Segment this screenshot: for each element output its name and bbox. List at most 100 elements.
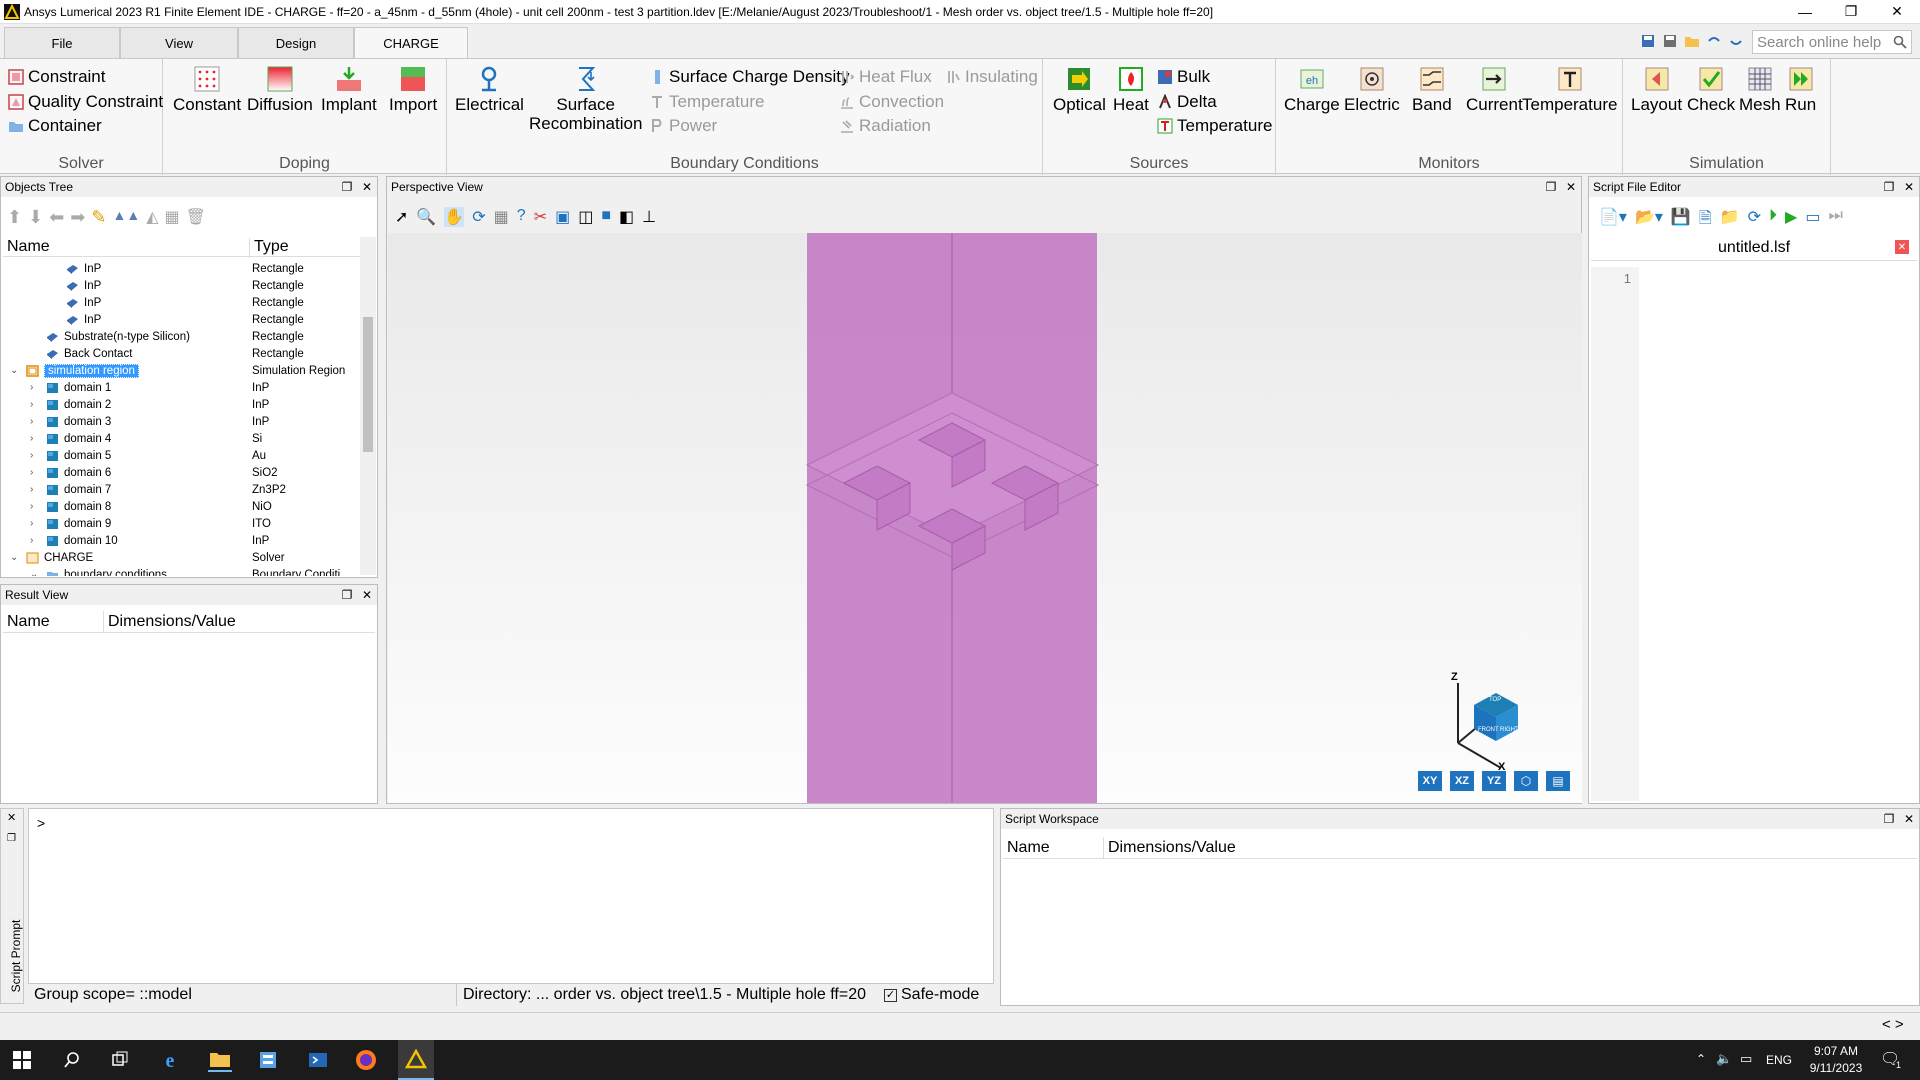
objects-tree-scrollbar[interactable] bbox=[360, 237, 376, 575]
view-xz-button[interactable]: XZ bbox=[1450, 771, 1474, 791]
tree-item-name[interactable]: domain 9 bbox=[46, 518, 111, 530]
tree-row[interactable]: InP Rectangle bbox=[2, 277, 358, 294]
electrical-bc-button[interactable]: Electrical bbox=[455, 65, 524, 114]
tree-row[interactable]: InP Rectangle bbox=[2, 260, 358, 277]
split-view-icon[interactable]: ▭ bbox=[1805, 207, 1820, 234]
tree-item-name[interactable]: InP bbox=[66, 314, 101, 326]
insulating-button[interactable]: Insulating bbox=[945, 67, 1038, 87]
tree-item-name[interactable]: domain 1 bbox=[46, 382, 111, 394]
band-monitor-button[interactable]: Band bbox=[1412, 65, 1452, 114]
surface-charge-density-button[interactable]: Surface Charge Density bbox=[649, 67, 849, 87]
server-manager-icon[interactable] bbox=[256, 1048, 280, 1072]
tree-row[interactable]: › domain 4 Si bbox=[2, 430, 358, 447]
container-button[interactable]: Container bbox=[8, 116, 102, 136]
tree-row[interactable]: › domain 5 Au bbox=[2, 447, 358, 464]
chevron-right-icon[interactable]: › bbox=[30, 501, 33, 512]
close-panel-icon[interactable]: ✕ bbox=[357, 588, 377, 602]
convection-button[interactable]: Convection bbox=[839, 92, 944, 112]
scrollbar-thumb[interactable] bbox=[363, 317, 373, 452]
bulk-source-button[interactable]: Bulk bbox=[1157, 67, 1210, 87]
3d-viewport[interactable]: Z X TOP FRONT RIGHT XY XZ YZ ⬡ ▤ bbox=[388, 233, 1582, 803]
open-script-icon[interactable]: 📂▾ bbox=[1635, 207, 1663, 234]
move-up-icon[interactable]: ⬆ bbox=[7, 207, 22, 228]
close-panel-icon[interactable]: ✕ bbox=[1899, 812, 1919, 826]
transparent-cube-icon[interactable]: ◧ bbox=[619, 207, 634, 227]
chevron-down-icon[interactable]: ⌄ bbox=[10, 552, 18, 563]
maximize-button[interactable]: ❐ bbox=[1828, 0, 1874, 24]
run-button[interactable]: Run bbox=[1785, 65, 1816, 114]
tree-item-name[interactable]: InP bbox=[66, 263, 101, 275]
float-panel-icon[interactable]: ❐ bbox=[1879, 180, 1899, 194]
chevron-right-icon[interactable]: › bbox=[30, 484, 33, 495]
task-view-icon[interactable] bbox=[108, 1048, 132, 1072]
heat-source-button[interactable]: Heat bbox=[1113, 65, 1149, 114]
radiation-button[interactable]: Radiation bbox=[839, 116, 931, 136]
constant-doping-button[interactable]: Constant bbox=[173, 65, 241, 114]
orientation-cube-icon[interactable] bbox=[1446, 673, 1546, 773]
show-hidden-icons-icon[interactable]: ⌃ bbox=[1696, 1052, 1706, 1066]
chevron-right-icon[interactable]: › bbox=[30, 518, 33, 529]
float-panel-icon[interactable]: ❐ bbox=[1541, 180, 1561, 194]
tab-view[interactable]: View bbox=[120, 27, 238, 58]
tree-item-name[interactable]: domain 10 bbox=[46, 535, 118, 547]
open-folder-icon[interactable]: 📁 bbox=[1720, 207, 1740, 234]
zoom-icon[interactable]: 🔍 bbox=[416, 207, 436, 227]
help-icon[interactable]: ? bbox=[517, 207, 526, 227]
checkbox-checked-icon[interactable]: ✓ bbox=[884, 988, 897, 1002]
col-value-header[interactable]: Dimensions/Value bbox=[1103, 837, 1236, 859]
close-panel-icon[interactable]: ✕ bbox=[1899, 180, 1919, 194]
safe-mode-checkbox[interactable]: ✓ Safe-mode bbox=[884, 986, 979, 1004]
chevron-down-icon[interactable]: ⌄ bbox=[30, 569, 38, 576]
refresh-icon[interactable]: ⟳ bbox=[1748, 207, 1761, 234]
delta-source-button[interactable]: Delta bbox=[1157, 92, 1217, 112]
float-panel-icon[interactable]: ❐ bbox=[1879, 812, 1899, 826]
close-panel-icon[interactable]: ✕ bbox=[1561, 180, 1581, 194]
tree-item-name[interactable]: InP bbox=[66, 280, 101, 292]
surface-recombination-button[interactable]: Surface Recombination bbox=[529, 65, 642, 133]
volume-icon[interactable]: 🔈 bbox=[1716, 1051, 1732, 1067]
firefox-icon[interactable] bbox=[354, 1048, 378, 1072]
quality-constraint-button[interactable]: Quality Constraint bbox=[8, 92, 163, 112]
tree-row[interactable]: › domain 1 InP bbox=[2, 379, 358, 396]
rotate-icon[interactable]: ⟳ bbox=[472, 207, 485, 227]
diffusion-doping-button[interactable]: Diffusion bbox=[247, 65, 313, 114]
search-icon[interactable] bbox=[1893, 35, 1907, 49]
move-down-icon[interactable]: ⬇ bbox=[28, 207, 43, 228]
run-selection-icon[interactable]: ⏵ bbox=[1769, 207, 1777, 234]
chevron-right-icon[interactable]: › bbox=[30, 399, 33, 410]
electric-monitor-button[interactable]: Electric bbox=[1344, 65, 1400, 114]
float-panel-icon[interactable]: ❐ bbox=[337, 588, 357, 602]
tree-item-name[interactable]: domain 7 bbox=[46, 484, 111, 496]
axes-icon[interactable]: ⊥ bbox=[642, 207, 656, 227]
tree-item-name[interactable]: domain 3 bbox=[46, 416, 111, 428]
chevron-right-icon[interactable]: › bbox=[30, 382, 33, 393]
tree-row[interactable]: › domain 6 SiO2 bbox=[2, 464, 358, 481]
grid-view-icon[interactable]: ▦ bbox=[494, 207, 509, 227]
tab-charge[interactable]: CHARGE bbox=[354, 27, 468, 59]
tree-row[interactable]: › domain 9 ITO bbox=[2, 515, 358, 532]
tree-row[interactable]: › domain 8 NiO bbox=[2, 498, 358, 515]
tree-row[interactable]: InP Rectangle bbox=[2, 311, 358, 328]
script-editor-textarea[interactable] bbox=[1641, 267, 1917, 801]
chevron-down-icon[interactable]: ⌄ bbox=[10, 365, 18, 376]
col-type-header[interactable]: Type bbox=[249, 238, 289, 258]
tree-item-name[interactable]: domain 2 bbox=[46, 399, 111, 411]
lumerical-taskbar-icon[interactable] bbox=[398, 1040, 434, 1080]
move-right-icon[interactable]: ➡ bbox=[70, 207, 85, 228]
tree-item-name[interactable]: domain 8 bbox=[46, 501, 111, 513]
tree-item-name[interactable]: CHARGE bbox=[26, 552, 93, 564]
clock-date[interactable]: 9/11/2023 bbox=[1804, 1061, 1868, 1075]
step-icon[interactable]: ⏭ bbox=[1828, 207, 1842, 234]
float-panel-icon[interactable]: ❐ bbox=[7, 833, 16, 844]
col-name-header[interactable]: Name bbox=[7, 238, 50, 256]
tree-row[interactable]: ⌄ simulation region Simulation Region bbox=[2, 362, 358, 379]
tree-item-name[interactable]: simulation region bbox=[26, 363, 139, 378]
undo-icon[interactable] bbox=[1706, 33, 1722, 49]
delete-icon[interactable]: 🗑 bbox=[186, 207, 206, 228]
internet-explorer-icon[interactable]: e bbox=[158, 1048, 182, 1072]
search-input[interactable]: Search online help bbox=[1757, 34, 1893, 51]
tree-row[interactable]: InP Rectangle bbox=[2, 294, 358, 311]
optical-source-button[interactable]: Optical bbox=[1053, 65, 1106, 114]
edit-object-icon[interactable]: ✎ bbox=[91, 207, 106, 228]
save-view-icon[interactable]: ▤ bbox=[1546, 771, 1570, 791]
